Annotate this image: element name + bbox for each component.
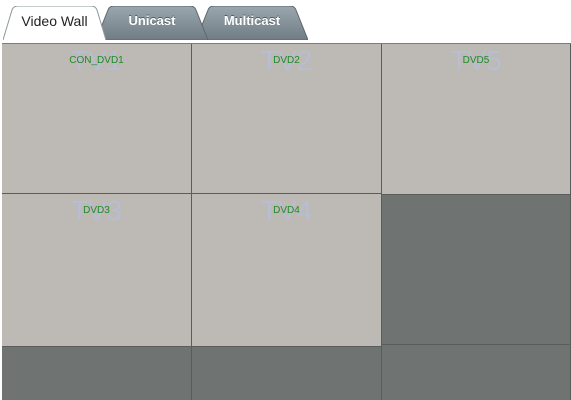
screen-empty[interactable]: [382, 345, 571, 400]
tab-multicast-label: Multicast: [223, 13, 281, 28]
screen-tv5[interactable]: TV5 DVD5: [382, 44, 571, 195]
source-label: CON_DVD1: [69, 55, 124, 66]
source-label: DVD5: [462, 55, 490, 66]
tab-unicast-label: Unicast: [128, 13, 176, 28]
screen-empty[interactable]: [192, 347, 382, 400]
screen-empty[interactable]: [382, 195, 571, 345]
tab-bar: Multicast Unicast Video Wall: [0, 0, 571, 40]
video-wall-grid: TV1 CON_DVD1 TV2 DVD2 TV5 DVD5 TV3 DVD3 …: [2, 43, 571, 400]
source-label: DVD2: [273, 55, 300, 66]
source-label: DVD3: [83, 205, 110, 216]
tab-video-wall[interactable]: Video Wall: [3, 6, 106, 40]
screen-tv4[interactable]: TV4 DVD4: [192, 194, 382, 347]
screen-tv3[interactable]: TV3 DVD3: [2, 194, 192, 347]
tab-video-wall-label: Video Wall: [21, 13, 88, 29]
screen-empty[interactable]: [2, 347, 192, 400]
tab-multicast[interactable]: Multicast: [196, 6, 308, 40]
screen-tv1[interactable]: TV1 CON_DVD1: [2, 44, 192, 194]
tab-unicast[interactable]: Unicast: [96, 6, 208, 40]
source-label: DVD4: [273, 205, 300, 216]
screen-tv2[interactable]: TV2 DVD2: [192, 44, 382, 194]
